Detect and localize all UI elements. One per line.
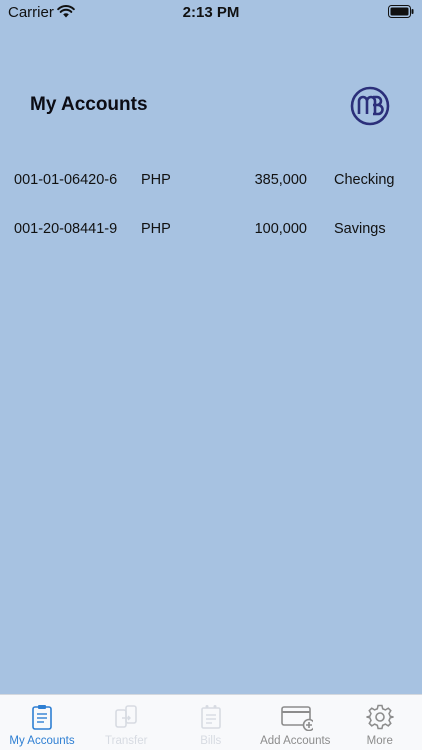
tab-my-accounts[interactable]: My Accounts bbox=[0, 695, 84, 750]
tab-bills[interactable]: Bills bbox=[169, 695, 254, 750]
transfer-phone-icon bbox=[115, 705, 138, 728]
tab-more[interactable]: More bbox=[338, 695, 422, 750]
tab-bar: My Accounts Transfer Bills Add Accounts bbox=[0, 694, 422, 750]
add-card-icon bbox=[281, 706, 314, 731]
gear-icon bbox=[366, 704, 394, 730]
page-title: My Accounts bbox=[30, 94, 148, 115]
tab-label: Bills bbox=[200, 735, 222, 747]
bills-icon bbox=[200, 705, 221, 729]
account-type: Checking bbox=[334, 172, 395, 188]
tab-label: Add Accounts bbox=[260, 735, 331, 747]
tab-add-accounts[interactable]: Add Accounts bbox=[253, 695, 338, 750]
account-currency: PHP bbox=[141, 221, 171, 237]
tab-transfer[interactable]: Transfer bbox=[84, 695, 169, 750]
account-number: 001-01-06420-6 bbox=[14, 172, 118, 188]
status-time: 2:13 PM bbox=[182, 4, 240, 21]
account-type: Savings bbox=[334, 221, 386, 237]
account-balance: 385,000 bbox=[254, 172, 307, 188]
account-row[interactable]: 001-01-06420-6 PHP 385,000 Checking bbox=[0, 170, 422, 219]
accounts-list: 001-01-06420-6 PHP 385,000 Checking 001-… bbox=[0, 170, 422, 268]
battery-icon bbox=[388, 5, 414, 18]
accounts-clipboard-icon bbox=[32, 705, 52, 730]
tab-label: My Accounts bbox=[9, 735, 75, 747]
mb-bank-logo-icon bbox=[350, 86, 390, 126]
account-number: 001-20-08441-9 bbox=[14, 221, 118, 237]
account-currency: PHP bbox=[141, 172, 171, 188]
account-row[interactable]: 001-20-08441-9 PHP 100,000 Savings bbox=[0, 219, 422, 268]
tab-label: Transfer bbox=[105, 735, 148, 747]
status-bar: Carrier 2:13 PM bbox=[0, 0, 422, 24]
tab-label: More bbox=[366, 735, 393, 747]
account-balance: 100,000 bbox=[254, 221, 307, 237]
